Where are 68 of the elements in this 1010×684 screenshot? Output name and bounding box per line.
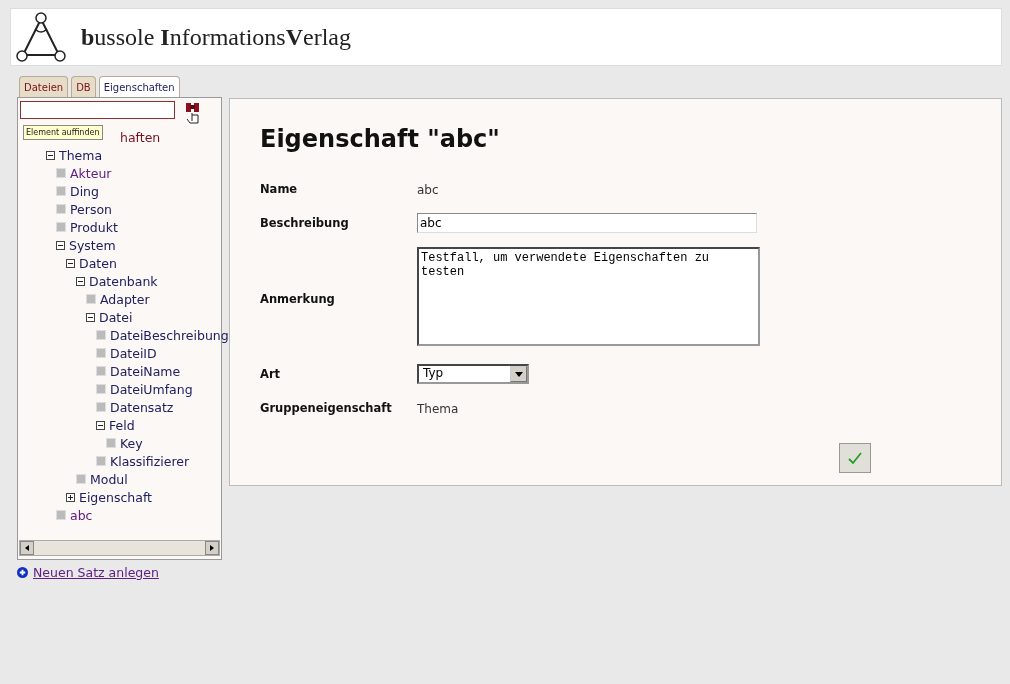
remark-field[interactable]: Testfall, um verwendete Eigenschaften zu testen [417, 247, 760, 346]
tree-item[interactable]: Feld [109, 417, 135, 433]
field-label: Gruppeneigenschaft [260, 400, 393, 415]
square-icon [56, 168, 66, 178]
tab[interactable]: Dateien [19, 76, 69, 97]
square-icon [56, 510, 66, 520]
square-icon [96, 402, 106, 412]
field-value: Thema [417, 402, 459, 416]
scroll-right-icon[interactable] [210, 545, 214, 551]
minus-box-icon[interactable] [96, 420, 105, 430]
new-record-link[interactable]: Neuen Satz anlegen [33, 565, 159, 580]
tree-item[interactable]: haften [120, 129, 161, 145]
square-icon [96, 330, 106, 340]
search-field[interactable] [20, 101, 175, 119]
tree-item[interactable]: Datei [99, 309, 133, 325]
square-icon [76, 474, 86, 484]
tree-item[interactable]: Adapter [100, 291, 150, 307]
field-label: Beschreibung [260, 215, 350, 230]
square-icon [106, 438, 116, 448]
tree-item[interactable]: DateiName [110, 363, 181, 379]
type-dropdown[interactable]: Typ [417, 364, 529, 384]
checkmark-icon [847, 450, 863, 466]
horizontal-scrollbar[interactable] [19, 540, 220, 556]
plus-box-icon[interactable] [66, 492, 75, 502]
tree-item[interactable]: Key [120, 435, 143, 451]
tree-item[interactable]: Akteur [70, 165, 112, 181]
square-icon [56, 222, 66, 232]
description-field[interactable]: abc [417, 213, 757, 233]
field-value: abc [417, 183, 439, 197]
tab[interactable]: DB [71, 76, 96, 97]
field-label: Anmerkung [260, 291, 336, 306]
plus-circle-icon[interactable] [17, 567, 28, 578]
square-icon [56, 204, 66, 214]
square-icon [96, 384, 106, 394]
tooltip: Element auffinden [23, 125, 103, 140]
tree-item[interactable]: Person [70, 201, 112, 217]
tree-item[interactable]: System [69, 237, 116, 253]
minus-box-icon[interactable] [56, 240, 65, 250]
tree-item[interactable]: Ding [70, 183, 99, 199]
tree-item[interactable]: Klassifizierer [110, 453, 190, 469]
minus-box-icon[interactable] [66, 258, 75, 268]
tree-item[interactable]: Datensatz [110, 399, 174, 415]
tree-item[interactable]: DateiBeschreibung [110, 327, 229, 343]
tab[interactable]: Eigenschaften [98, 76, 180, 97]
tree-item[interactable]: Thema [59, 147, 103, 163]
square-icon [96, 456, 106, 466]
field-label: Name [260, 181, 299, 196]
tree-item[interactable]: Modul [90, 471, 128, 487]
tree-item[interactable]: DateiID [110, 345, 157, 361]
triangle-logo-icon [15, 11, 67, 63]
square-icon [56, 186, 66, 196]
minus-box-icon[interactable] [46, 150, 55, 160]
scroll-left-icon[interactable] [25, 545, 29, 551]
brand-name: bussole InformationsVerlag [81, 23, 351, 51]
tree-item[interactable]: Eigenschaft [79, 489, 152, 505]
square-icon [96, 366, 106, 376]
minus-box-icon[interactable] [86, 312, 95, 322]
minus-box-icon[interactable] [76, 276, 85, 286]
dropdown-arrow-icon [514, 371, 523, 377]
tree-item[interactable]: Daten [79, 255, 117, 271]
tree-item[interactable]: abc [70, 507, 93, 523]
square-icon [86, 294, 96, 304]
square-icon [96, 348, 106, 358]
tree-item[interactable]: Produkt [70, 219, 118, 235]
tree-item[interactable]: Datenbank [89, 273, 158, 289]
field-label: Art [260, 367, 282, 381]
page-title: Eigenschaft "abc" [260, 125, 501, 153]
tree-item[interactable]: DateiUmfang [110, 381, 193, 397]
